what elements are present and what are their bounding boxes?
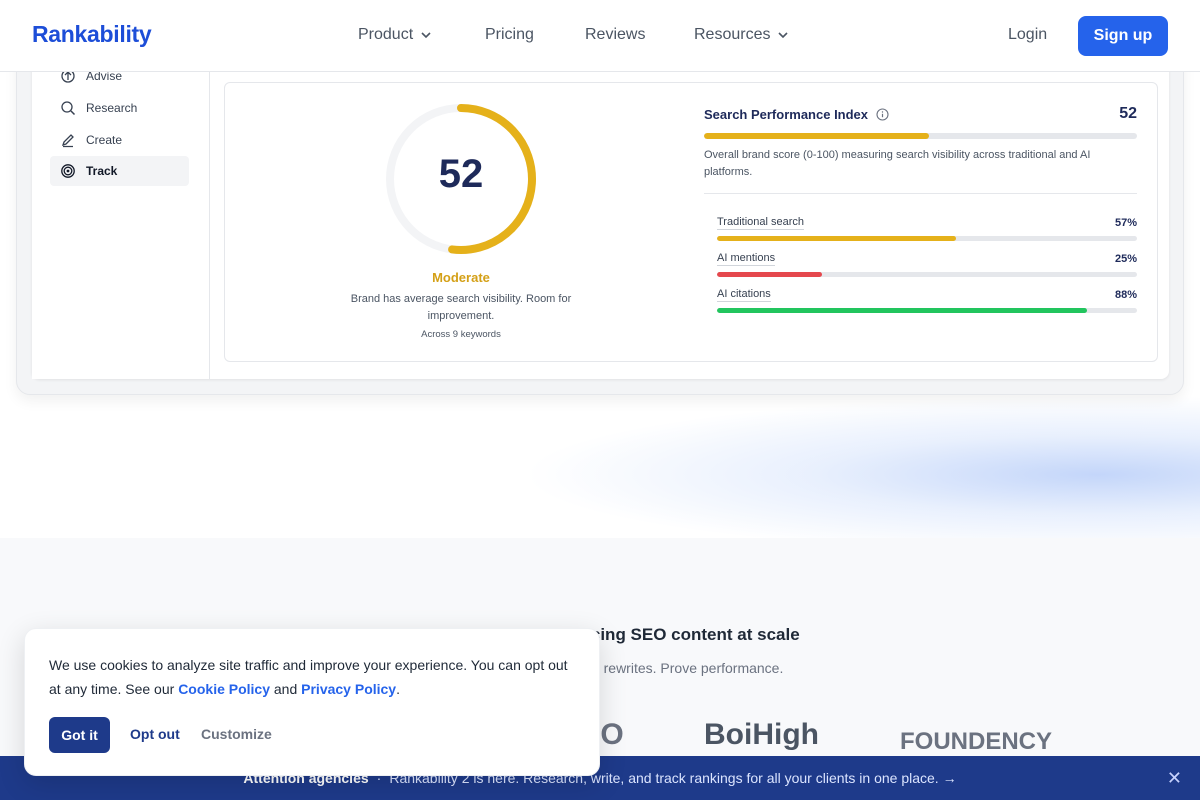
spi-title: Search Performance Index (704, 107, 889, 122)
site-header: Rankability Product Pricing Reviews Reso… (0, 0, 1200, 72)
cookie-text-period: . (396, 681, 400, 697)
sidebar-item-research[interactable]: Research (50, 93, 189, 123)
sidebar-item-create[interactable]: Create (50, 125, 189, 155)
metric-fill-ai-citations (717, 308, 1087, 313)
customize-button[interactable]: Customize (201, 726, 272, 742)
keyword-count: Across 9 keywords (421, 329, 501, 340)
site-logo[interactable]: Rankability (32, 21, 152, 48)
metric-value-ai-citations: 88% (1114, 289, 1137, 301)
search-icon (61, 101, 76, 116)
sidebar-item-label: Create (86, 133, 123, 147)
metric-bar-traditional (717, 236, 1137, 241)
background-glow (520, 395, 1200, 540)
nav-reviews[interactable]: Reviews (585, 26, 645, 44)
metric-value-traditional: 57% (1114, 217, 1137, 229)
metric-fill-traditional (717, 236, 957, 241)
nav-product-label: Product (358, 26, 414, 43)
chevron-down-icon (778, 32, 789, 39)
login-link[interactable]: Login (1008, 26, 1047, 44)
opt-out-button[interactable]: Opt out (130, 726, 180, 742)
customer-logo-boihigh: BoiHigh (704, 718, 819, 751)
sidebar-item-label: Track (86, 164, 118, 178)
cookie-text-and: and (270, 681, 302, 697)
chevron-down-icon (421, 32, 431, 39)
app-sidebar: Advise Research Create Track (32, 40, 210, 379)
score-description: Brand has average search visibility. Roo… (350, 293, 572, 322)
info-icon[interactable] (876, 108, 889, 121)
metric-bar-ai-mentions (717, 272, 1137, 277)
nav-resources[interactable]: Resources (694, 26, 790, 44)
pencil-icon (61, 134, 74, 148)
nav-product[interactable]: Product (358, 26, 433, 44)
privacy-policy-link[interactable]: Privacy Policy (301, 681, 396, 697)
target-icon (61, 164, 75, 178)
metric-bar-ai-citations (717, 308, 1137, 313)
spi-title-label: Search Performance Index (704, 107, 869, 122)
nav-reviews-label: Reviews (585, 26, 646, 43)
spi-description: Overall brand score (0-100) measuring se… (704, 149, 1091, 178)
score-status: Moderate (432, 270, 490, 285)
got-it-button[interactable]: Got it (49, 717, 110, 753)
cookie-message: We use cookies to analyze site traffic a… (49, 653, 579, 701)
close-icon[interactable]: ✕ (1167, 768, 1182, 789)
metric-label-ai-mentions[interactable]: AI mentions (717, 252, 776, 266)
cookie-consent-dialog: We use cookies to analyze site traffic a… (24, 628, 600, 776)
metric-fill-ai-mentions (717, 272, 822, 277)
signup-button[interactable]: Sign up (1078, 16, 1168, 56)
sidebar-item-track[interactable]: Track (50, 156, 189, 186)
spi-progress-bar (704, 133, 1137, 139)
divider (704, 193, 1137, 194)
spi-progress-fill (704, 133, 930, 139)
metric-label-ai-citations[interactable]: AI citations (717, 288, 771, 302)
spi-value: 52 (1119, 105, 1137, 122)
section-title-visible: ucing SEO content at scale (580, 625, 800, 644)
nav-pricing-label: Pricing (485, 26, 534, 43)
nav-pricing[interactable]: Pricing (485, 26, 534, 44)
cookie-policy-link[interactable]: Cookie Policy (178, 681, 270, 697)
customer-logo-foundency: FOUNDENCY (900, 728, 1053, 755)
metric-label-traditional[interactable]: Traditional search (717, 216, 805, 230)
sidebar-item-label: Research (86, 101, 138, 115)
metric-value-ai-mentions: 25% (1114, 253, 1137, 265)
nav-resources-label: Resources (694, 26, 771, 43)
score-value: 52 (438, 152, 484, 196)
